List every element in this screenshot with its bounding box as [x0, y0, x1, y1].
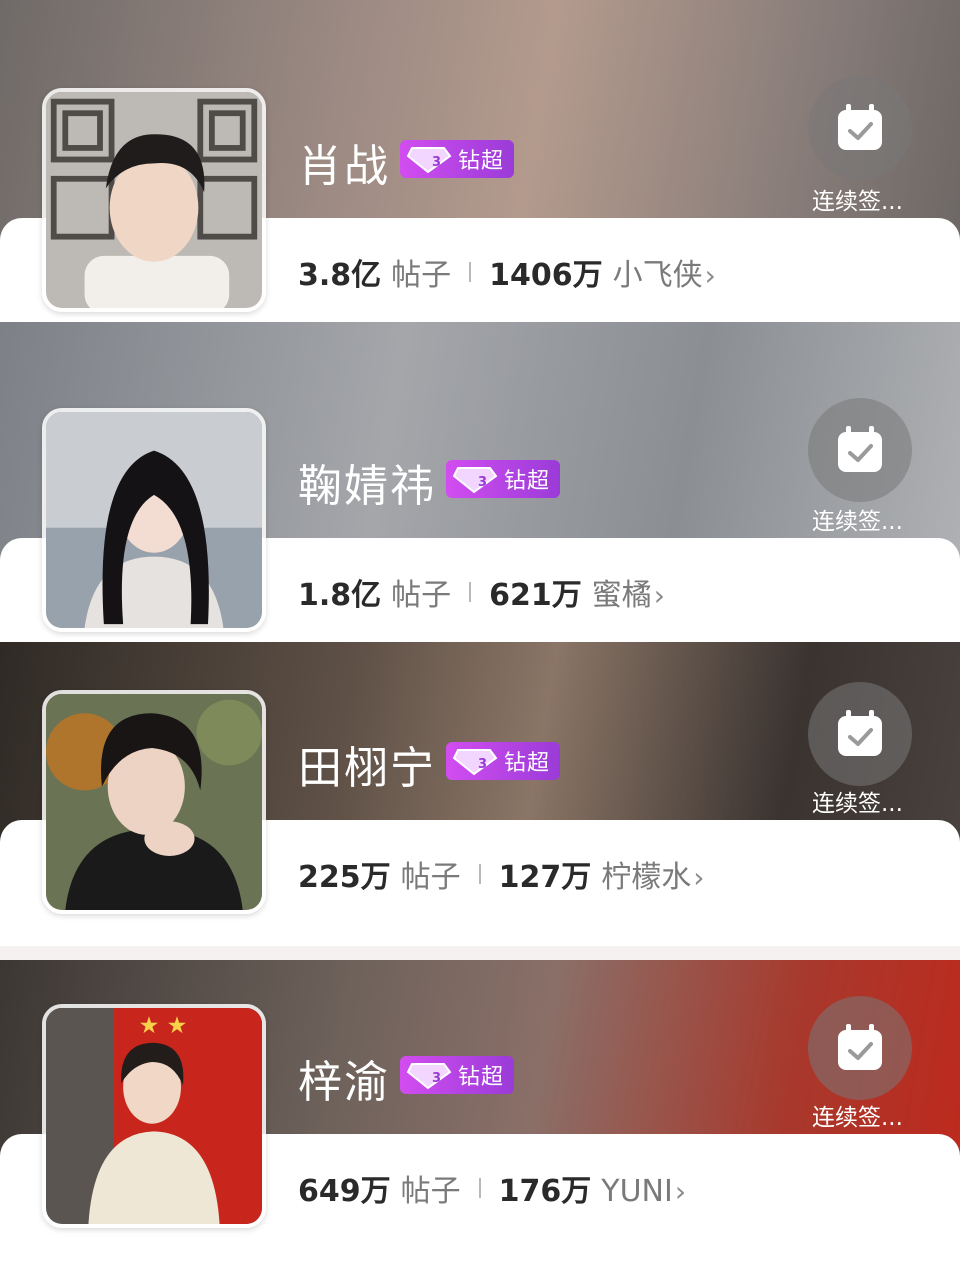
checkin-button[interactable] — [808, 398, 912, 502]
posts-count: 649万 — [298, 1174, 391, 1209]
svg-text:3: 3 — [432, 155, 441, 170]
badge-label: 钻超 — [458, 1065, 505, 1090]
badge-label: 钻超 — [504, 751, 551, 776]
posts-label: 帖子 — [391, 578, 452, 613]
fans-name: 柠檬水 — [601, 860, 692, 895]
avatar[interactable] — [42, 690, 266, 914]
diamond-level-icon: 3 — [406, 1063, 452, 1090]
topic-stats[interactable]: 1.8亿 帖子 621万 蜜橘 › — [298, 570, 665, 614]
avatar[interactable] — [42, 88, 266, 312]
avatar-image — [46, 92, 262, 308]
posts-label: 帖子 — [400, 1174, 461, 1209]
svg-text:3: 3 — [432, 1071, 441, 1086]
topic-card[interactable]: ★ ★ 梓渝 3 钻超 连续签... 649万 帖子 176万 YUNI › — [0, 960, 960, 1280]
chevron-right-icon: › — [653, 579, 665, 612]
checkin-button[interactable] — [808, 682, 912, 786]
stats-divider — [469, 582, 472, 602]
super-topic-badge: 3 钻超 — [446, 742, 561, 780]
avatar-image: ★ ★ — [46, 1008, 262, 1224]
checkin-button[interactable] — [808, 76, 912, 180]
fans-count: 176万 — [498, 1174, 592, 1209]
topic-stats[interactable]: 3.8亿 帖子 1406万 小飞侠 › — [298, 250, 716, 294]
posts-count: 3.8亿 — [298, 258, 382, 293]
checkin-label: 连续签... — [812, 791, 903, 817]
topic-card[interactable]: 田栩宁 3 钻超 连续签... 225万 帖子 127万 柠檬水 › — [0, 642, 960, 960]
fans-name: 小飞侠 — [612, 258, 703, 293]
super-topic-badge: 3 钻超 — [400, 140, 515, 178]
svg-text:★ ★: ★ ★ — [139, 1013, 188, 1039]
calendar-check-icon — [838, 710, 882, 756]
super-topic-badge: 3 钻超 — [400, 1056, 515, 1094]
topic-stats[interactable]: 225万 帖子 127万 柠檬水 › — [298, 852, 704, 896]
svg-text:3: 3 — [478, 475, 487, 490]
chevron-right-icon: › — [704, 259, 716, 292]
topic-name: 肖战 — [298, 141, 390, 192]
calendar-check-icon — [838, 426, 882, 472]
stats-divider — [478, 1178, 481, 1198]
card-separator — [0, 946, 960, 960]
topic-name: 梓渝 — [298, 1057, 390, 1108]
fans-name: 蜜橘 — [591, 578, 652, 613]
stats-divider — [478, 864, 481, 884]
diamond-level-icon: 3 — [452, 467, 498, 494]
super-topic-badge: 3 钻超 — [446, 460, 561, 498]
avatar-image — [46, 412, 262, 628]
avatar-image — [46, 694, 262, 910]
posts-label: 帖子 — [391, 258, 452, 293]
chevron-right-icon: › — [674, 1175, 687, 1208]
svg-text:3: 3 — [478, 757, 487, 772]
fans-count: 621万 — [489, 578, 582, 613]
topic-name: 鞠婧祎 — [298, 461, 436, 512]
checkin-label: 连续签... — [812, 1105, 903, 1131]
posts-count: 225万 — [298, 860, 391, 895]
topic-card[interactable]: 鞠婧祎 3 钻超 连续签... 1.8亿 帖子 621万 蜜橘 › — [0, 322, 960, 642]
avatar[interactable]: ★ ★ — [42, 1004, 266, 1228]
diamond-level-icon: 3 — [452, 749, 498, 776]
topic-card[interactable]: 肖战 3 钻超 连续签... 3.8亿 帖子 1406万 小飞侠 › — [0, 0, 960, 322]
fans-name: YUNI — [601, 1174, 673, 1209]
badge-label: 钻超 — [504, 469, 551, 494]
topic-name: 田栩宁 — [298, 743, 436, 794]
avatar[interactable] — [42, 408, 266, 632]
chevron-right-icon: › — [693, 861, 705, 894]
posts-count: 1.8亿 — [298, 578, 382, 613]
calendar-check-icon — [838, 1024, 882, 1070]
fans-count: 1406万 — [489, 258, 603, 293]
badge-label: 钻超 — [458, 149, 505, 174]
checkin-label: 连续签... — [812, 189, 903, 215]
checkin-label: 连续签... — [812, 509, 903, 535]
fans-count: 127万 — [498, 860, 592, 895]
stats-divider — [469, 262, 472, 282]
calendar-check-icon — [838, 104, 882, 150]
posts-label: 帖子 — [400, 860, 461, 895]
topic-stats[interactable]: 649万 帖子 176万 YUNI › — [298, 1166, 686, 1210]
checkin-button[interactable] — [808, 996, 912, 1100]
diamond-level-icon: 3 — [406, 147, 452, 174]
